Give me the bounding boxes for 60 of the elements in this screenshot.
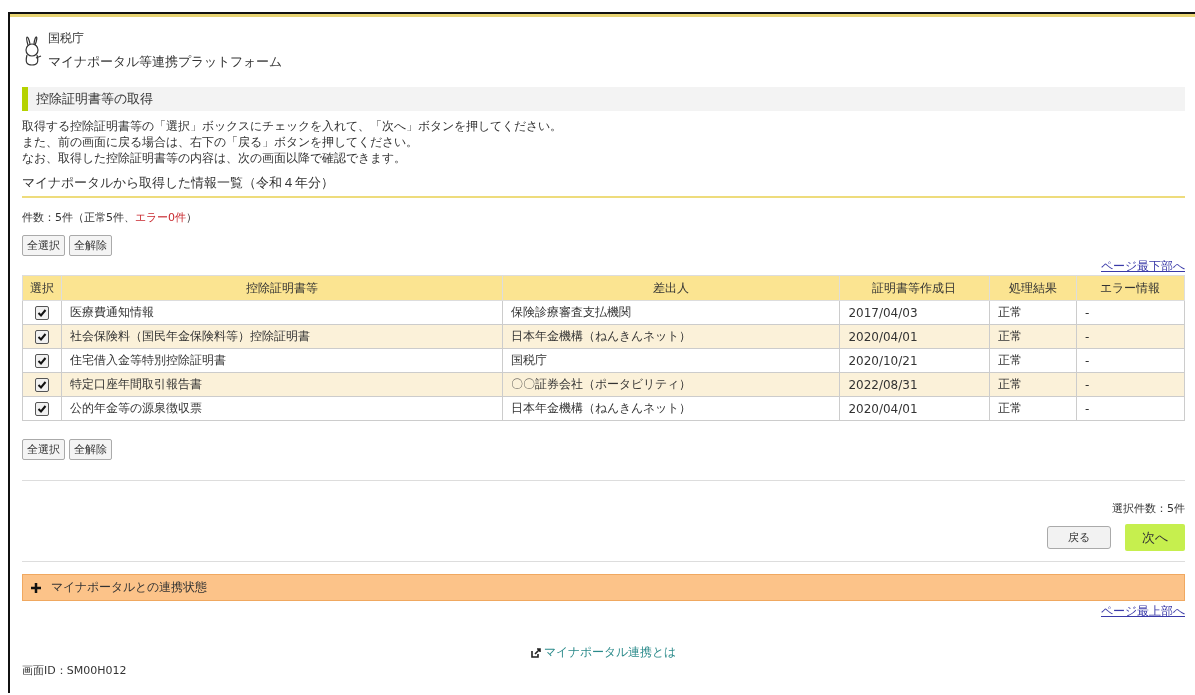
- accordion-label: マイナポータルとの連携状態: [51, 579, 207, 596]
- table-cell: 公的年金等の源泉徴収票: [61, 396, 503, 421]
- column-header: 処理結果: [989, 275, 1077, 301]
- table-cell: 正常: [989, 348, 1077, 373]
- table-cell: -: [1076, 372, 1185, 397]
- table-cell: 正常: [989, 324, 1077, 349]
- external-link-icon: [531, 647, 541, 658]
- plus-icon: [31, 582, 41, 593]
- next-button[interactable]: 次へ: [1125, 524, 1185, 551]
- table-cell: 〇〇証券会社（ポータビリティ）: [502, 372, 840, 397]
- table-cell: 正常: [989, 396, 1077, 421]
- table-cell: 日本年金機構（ねんきんネット）: [502, 396, 840, 421]
- table-cell: 2020/10/21: [839, 348, 990, 373]
- select-all-button[interactable]: 全選択: [22, 235, 65, 256]
- record-count: 件数：5件（正常5件、エラー0件）: [22, 210, 198, 225]
- column-header: 差出人: [502, 275, 840, 301]
- table-cell: 2017/04/03: [839, 300, 990, 325]
- table-cell: 国税庁: [502, 348, 840, 373]
- page-title: 控除証明書等の取得: [22, 87, 1185, 111]
- table-cell: 2020/04/01: [839, 324, 990, 349]
- table-cell: -: [1076, 348, 1185, 373]
- table-cell: 正常: [989, 300, 1077, 325]
- checkbox[interactable]: [35, 305, 49, 320]
- screen-id: 画面ID：SM00H012: [22, 663, 128, 678]
- table-cell: -: [1076, 300, 1185, 325]
- table-cell: 2020/04/01: [839, 396, 990, 421]
- column-header: 控除証明書等: [61, 275, 503, 301]
- checkbox[interactable]: [35, 401, 49, 416]
- platform-name: マイナポータル等連携プラットフォーム: [48, 52, 282, 71]
- checkbox[interactable]: [35, 377, 49, 392]
- table-cell: 保険診療審査支払機関: [502, 300, 840, 325]
- select-all-button[interactable]: 全選択: [22, 439, 65, 460]
- about-link[interactable]: マイナポータル連携とは: [544, 644, 676, 661]
- rabbit-icon: [22, 33, 44, 67]
- column-header: エラー情報: [1076, 275, 1185, 301]
- back-button[interactable]: 戻る: [1047, 526, 1111, 549]
- column-header: 証明書等作成日: [839, 275, 990, 301]
- table-cell: 日本年金機構（ねんきんネット）: [502, 324, 840, 349]
- selected-count: 選択件数：5件: [1112, 502, 1185, 515]
- table-cell: -: [1076, 324, 1185, 349]
- checkbox[interactable]: [35, 353, 49, 368]
- instruction-text: また、前の画面に戻る場合は、右下の「戻る」ボタンを押してください。: [22, 135, 419, 149]
- table-cell: 医療費通知情報: [61, 300, 503, 325]
- table-cell: 特定口座年間取引報告書: [61, 372, 503, 397]
- page-top-link[interactable]: ページ最上部へ: [1101, 603, 1185, 620]
- instruction-text: なお、取得した控除証明書等の内容は、次の画面以降で確認できます。: [22, 151, 407, 165]
- checkbox[interactable]: [35, 329, 49, 344]
- table-cell: 2022/08/31: [839, 372, 990, 397]
- accordion-header[interactable]: マイナポータルとの連携状態: [22, 574, 1185, 601]
- deselect-all-button[interactable]: 全解除: [69, 439, 112, 460]
- table-cell: 正常: [989, 372, 1077, 397]
- deselect-all-button[interactable]: 全解除: [69, 235, 112, 256]
- column-header: 選択: [22, 275, 62, 301]
- agency-name: 国税庁: [48, 29, 85, 47]
- page-bottom-link[interactable]: ページ最下部へ: [1101, 258, 1185, 275]
- section-title: マイナポータルから取得した情報一覧（令和４年分）: [22, 175, 1185, 198]
- table-cell: 社会保険料（国民年金保険料等）控除証明書: [61, 324, 503, 349]
- table-cell: 住宅借入金等特別控除証明書: [61, 348, 503, 373]
- instruction-text: 取得する控除証明書等の「選択」ボックスにチェックを入れて、「次へ」ボタンを押してください。: [22, 119, 563, 133]
- table-cell: -: [1076, 396, 1185, 421]
